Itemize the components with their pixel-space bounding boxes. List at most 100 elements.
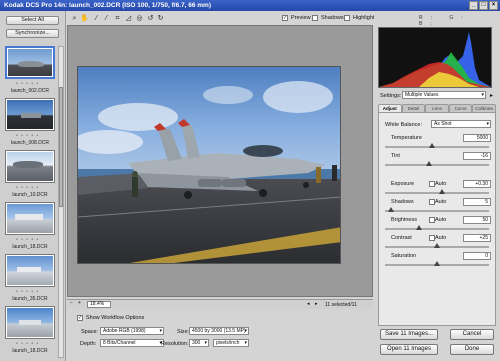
thumbnail-label: launch_18.DCR <box>12 348 48 354</box>
thumbnail-item[interactable]: • • • • • launch_002.DCR <box>3 46 57 97</box>
zoom-out-button[interactable]: − <box>70 300 73 306</box>
hand-tool-icon[interactable]: ✋ <box>80 14 89 23</box>
depth-select[interactable]: 8 Bits/Channel <box>100 339 164 347</box>
thumbnail-item[interactable]: • • • • • launch_35.DCR <box>3 254 57 305</box>
preview-checkbox[interactable]: ✓ <box>282 15 288 21</box>
contrast-field[interactable]: +25 <box>463 234 491 242</box>
thumbnail-image <box>7 256 53 285</box>
thumbnail-image <box>7 204 53 233</box>
settings-menu-icon[interactable]: ▸ <box>490 92 493 99</box>
settings-select[interactable]: Multiple Values <box>402 91 486 99</box>
slider-knob[interactable] <box>428 143 435 148</box>
next-image-icon[interactable]: ▸ <box>315 301 318 307</box>
thumbnail-item[interactable]: • • • • • launch_18.DCR <box>3 306 57 357</box>
show-workflow-checkbox[interactable]: ✓ <box>77 315 83 321</box>
saturation-field[interactable]: 0 <box>463 252 491 260</box>
tint-label: Tint <box>391 153 400 159</box>
save-images-button[interactable]: Save 11 Images... <box>380 329 438 340</box>
temperature-slider[interactable] <box>385 143 489 148</box>
shadows-slider[interactable] <box>385 207 489 212</box>
synchronize-button[interactable]: Synchronize... <box>6 29 59 38</box>
contrast-auto-label: Auto <box>435 235 447 241</box>
brightness-auto-label: Auto <box>435 217 447 223</box>
white-balance-select[interactable]: As Shot <box>431 120 491 128</box>
rating-stars[interactable]: • • • • • <box>16 237 39 243</box>
space-select[interactable]: Adobe RGB (1998) <box>100 327 164 335</box>
color-sampler-icon[interactable]: ⁄ <box>102 14 111 23</box>
rating-stars[interactable]: • • • • • <box>16 341 39 347</box>
scrollbar-thumb[interactable] <box>59 87 63 207</box>
window-title: Kodak DCS Pro 14n: launch_002.DCR (ISO 1… <box>4 2 211 9</box>
resolution-label: Resolution: <box>161 341 189 347</box>
shadows-field[interactable]: 5 <box>463 198 491 206</box>
thumbnail-item[interactable]: • • • • • launch_10.DCR <box>3 150 57 201</box>
adjustment-panel: R: G: B: Settings: Multiple Values ▸ Adj… <box>374 11 500 361</box>
thumbnail-label: launch_008.DCR <box>10 140 50 146</box>
zoom-in-button[interactable]: + <box>78 300 81 306</box>
zoom-level-select[interactable]: 18.4% <box>87 301 111 308</box>
thumbnail-label: launch_35.DCR <box>12 296 48 302</box>
minimize-button[interactable]: _ <box>469 1 478 10</box>
rating-stars[interactable]: • • • • • <box>16 289 39 295</box>
brightness-field[interactable]: 50 <box>463 216 491 224</box>
white-balance-eyedropper-icon[interactable]: ⁄ <box>92 14 101 23</box>
open-images-button[interactable]: Open 11 Images <box>380 344 438 355</box>
thumbnail-label: launch_18.DCR <box>12 244 48 250</box>
maximize-button[interactable]: □ <box>479 1 488 10</box>
slider-knob[interactable] <box>388 207 395 212</box>
slider-knob[interactable] <box>439 189 446 194</box>
slider-knob[interactable] <box>425 161 432 166</box>
shadows-checkbox[interactable] <box>312 15 318 21</box>
temperature-field[interactable]: 5000 <box>463 134 491 142</box>
shadows-label: Shadows <box>321 15 344 21</box>
resolution-unit-select[interactable]: pixels/inch <box>213 339 249 347</box>
resolution-field[interactable]: 300 <box>189 339 209 347</box>
slider-knob[interactable] <box>416 225 423 230</box>
size-label: Size: <box>177 329 190 335</box>
rating-stars[interactable]: • • • • • <box>16 133 39 139</box>
highlights-checkbox[interactable] <box>344 15 350 21</box>
thumbnail-item[interactable]: • • • • • launch_18.DCR <box>3 202 57 253</box>
exposure-slider[interactable] <box>385 189 489 194</box>
crop-tool-icon[interactable]: ⌗ <box>113 14 122 23</box>
rotate-right-icon[interactable]: ↻ <box>156 14 165 23</box>
thumbnail-list: • • • • • launch_002.DCR • • • • • launc… <box>3 46 57 358</box>
brightness-slider[interactable] <box>385 225 489 230</box>
filmstrip-scrollbar[interactable] <box>58 46 64 358</box>
thumbnail-label: launch_002.DCR <box>10 88 50 94</box>
tint-slider[interactable] <box>385 161 489 166</box>
filmstrip-panel: Select All Synchronize... • • • • • laun… <box>0 11 66 361</box>
saturation-label: Saturation <box>391 253 417 259</box>
shadows-adj-label: Shadows <box>391 199 414 205</box>
slider-knob[interactable] <box>434 243 440 248</box>
jet-on-carrier-photo <box>78 67 340 263</box>
close-button[interactable]: × <box>489 1 498 10</box>
saturation-slider[interactable] <box>385 261 489 266</box>
tint-field[interactable]: -16 <box>463 152 491 160</box>
exposure-field[interactable]: +0.30 <box>463 180 491 188</box>
rating-stars[interactable]: • • • • • <box>16 185 39 191</box>
image-preview-area[interactable] <box>67 25 373 297</box>
show-workflow-label: Show Workflow Options <box>86 315 145 321</box>
settings-row: Settings: Multiple Values ▸ <box>378 91 496 101</box>
settings-label: Settings: <box>380 93 402 99</box>
size-select[interactable]: 4500 by 3000 (13.5 MP) <box>189 327 249 335</box>
contrast-slider[interactable] <box>385 243 489 248</box>
cancel-button[interactable]: Cancel <box>450 329 494 340</box>
thumbnail-item[interactable]: • • • • • launch_008.DCR <box>3 98 57 149</box>
white-balance-label: White Balance: <box>385 122 422 128</box>
thumbnail-image <box>7 152 53 181</box>
window-title-bar: Kodak DCS Pro 14n: launch_002.DCR (ISO 1… <box>0 0 500 11</box>
done-button[interactable]: Done <box>450 344 494 355</box>
previous-image-icon[interactable]: ◂ <box>307 301 310 307</box>
rating-stars[interactable]: • • • • • <box>16 81 39 87</box>
red-eye-tool-icon[interactable]: ◎ <box>135 14 144 23</box>
rotate-left-icon[interactable]: ↺ <box>146 14 155 23</box>
slider-knob[interactable] <box>434 261 440 266</box>
select-all-button[interactable]: Select All <box>6 16 59 25</box>
preview-label: Preview <box>291 15 311 21</box>
zoom-tool-icon[interactable]: ⌕ <box>70 14 79 23</box>
space-label: Space: <box>81 329 99 335</box>
thumbnail-image <box>7 100 53 129</box>
straighten-tool-icon[interactable]: ◿ <box>124 14 133 23</box>
